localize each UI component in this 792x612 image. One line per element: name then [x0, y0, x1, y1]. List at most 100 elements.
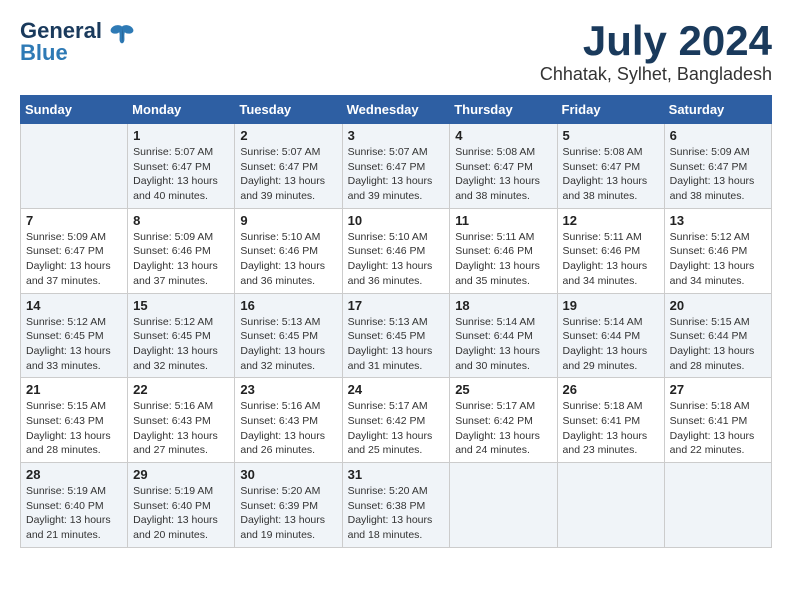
calendar-cell: 18 Sunrise: 5:14 AM Sunset: 6:44 PM Dayli… — [450, 293, 557, 378]
calendar-table: SundayMondayTuesdayWednesdayThursdayFrid… — [20, 95, 772, 548]
header-saturday: Saturday — [664, 96, 771, 124]
week-row-4: 28Sunrise: 5:19 AM Sunset: 6:40 PM Dayli… — [21, 463, 772, 548]
day-number: 20 — [670, 298, 766, 313]
day-info: Sunrise: 5:10 AM Sunset: 6:46 PM Dayligh… — [348, 230, 445, 289]
day-number: 16 — [240, 298, 336, 313]
day-info: Sunrise: 5:11 AM Sunset: 6:46 PM Dayligh… — [563, 230, 659, 289]
day-number: 14 — [26, 298, 122, 313]
day-info: Sunrise: 5:07 AM Sunset: 6:47 PM Dayligh… — [240, 145, 336, 204]
day-number: 15 — [133, 298, 229, 313]
day-number: 26 — [563, 382, 659, 397]
day-number: 27 — [670, 382, 766, 397]
calendar-cell: 29 Sunrise: 5:19 AM Sunset: 6:40 PM Dayli… — [128, 463, 235, 548]
day-number: 12 — [563, 213, 659, 228]
day-number: 10 — [348, 213, 445, 228]
day-info: Sunrise: 5:09 AM Sunset: 6:47 PM Dayligh… — [670, 145, 766, 204]
logo: General Blue — [20, 20, 136, 64]
day-info: Sunrise: 5:20 AM Sunset: 6:38 PM Dayligh… — [348, 484, 445, 543]
day-number: 3 — [348, 128, 445, 143]
calendar-cell: 16 Sunrise: 5:13 AM Sunset: 6:45 PM Dayli… — [235, 293, 342, 378]
calendar-header: SundayMondayTuesdayWednesdayThursdayFrid… — [21, 96, 772, 124]
week-row-3: 21 Sunrise: 5:15 AM Sunset: 6:43 PM Dayli… — [21, 378, 772, 463]
calendar-cell: 2 Sunrise: 5:07 AM Sunset: 6:47 PM Daylig… — [235, 124, 342, 209]
calendar-cell — [450, 463, 557, 548]
day-info: Sunrise: 5:19 AM Sunset: 6:40 PM Dayligh… — [133, 484, 229, 543]
day-info: Sunrise: 5:18 AM Sunset: 6:41 PM Dayligh… — [563, 399, 659, 458]
day-info: Sunrise: 5:16 AM Sunset: 6:43 PM Dayligh… — [133, 399, 229, 458]
day-number: 4 — [455, 128, 551, 143]
header-friday: Friday — [557, 96, 664, 124]
day-number: 24 — [348, 382, 445, 397]
calendar-cell: 5Sunrise: 5:08 AM Sunset: 6:47 PM Daylig… — [557, 124, 664, 209]
day-info: Sunrise: 5:09 AM Sunset: 6:47 PM Dayligh… — [26, 230, 122, 289]
calendar-cell: 6 Sunrise: 5:09 AM Sunset: 6:47 PM Daylig… — [664, 124, 771, 209]
day-info: Sunrise: 5:18 AM Sunset: 6:41 PM Dayligh… — [670, 399, 766, 458]
day-number: 25 — [455, 382, 551, 397]
header-wednesday: Wednesday — [342, 96, 450, 124]
week-row-2: 14 Sunrise: 5:12 AM Sunset: 6:45 PM Dayli… — [21, 293, 772, 378]
day-number: 5 — [563, 128, 659, 143]
day-info: Sunrise: 5:13 AM Sunset: 6:45 PM Dayligh… — [348, 315, 445, 374]
day-number: 22 — [133, 382, 229, 397]
logo-general: General — [20, 20, 102, 42]
location-title: Chhatak, Sylhet, Bangladesh — [540, 64, 772, 85]
day-info: Sunrise: 5:12 AM Sunset: 6:45 PM Dayligh… — [26, 315, 122, 374]
calendar-cell: 4 Sunrise: 5:08 AM Sunset: 6:47 PM Daylig… — [450, 124, 557, 209]
day-info: Sunrise: 5:08 AM Sunset: 6:47 PM Dayligh… — [455, 145, 551, 204]
calendar-cell: 27 Sunrise: 5:18 AM Sunset: 6:41 PM Dayli… — [664, 378, 771, 463]
day-number: 6 — [670, 128, 766, 143]
day-info: Sunrise: 5:16 AM Sunset: 6:43 PM Dayligh… — [240, 399, 336, 458]
title-block: July 2024 Chhatak, Sylhet, Bangladesh — [540, 20, 772, 85]
day-number: 18 — [455, 298, 551, 313]
calendar-cell: 3 Sunrise: 5:07 AM Sunset: 6:47 PM Daylig… — [342, 124, 450, 209]
calendar-cell: 31Sunrise: 5:20 AM Sunset: 6:38 PM Dayli… — [342, 463, 450, 548]
calendar-body: 1 Sunrise: 5:07 AM Sunset: 6:47 PM Daylig… — [21, 124, 772, 548]
day-info: Sunrise: 5:19 AM Sunset: 6:40 PM Dayligh… — [26, 484, 122, 543]
day-info: Sunrise: 5:14 AM Sunset: 6:44 PM Dayligh… — [563, 315, 659, 374]
calendar-cell: 17 Sunrise: 5:13 AM Sunset: 6:45 PM Dayli… — [342, 293, 450, 378]
calendar-cell: 7 Sunrise: 5:09 AM Sunset: 6:47 PM Daylig… — [21, 208, 128, 293]
header-tuesday: Tuesday — [235, 96, 342, 124]
day-info: Sunrise: 5:07 AM Sunset: 6:47 PM Dayligh… — [348, 145, 445, 204]
day-info: Sunrise: 5:09 AM Sunset: 6:46 PM Dayligh… — [133, 230, 229, 289]
day-number: 1 — [133, 128, 229, 143]
day-info: Sunrise: 5:20 AM Sunset: 6:39 PM Dayligh… — [240, 484, 336, 543]
header-sunday: Sunday — [21, 96, 128, 124]
calendar-cell: 22 Sunrise: 5:16 AM Sunset: 6:43 PM Dayli… — [128, 378, 235, 463]
day-number: 29 — [133, 467, 229, 482]
day-number: 30 — [240, 467, 336, 482]
day-number: 17 — [348, 298, 445, 313]
day-number: 8 — [133, 213, 229, 228]
day-number: 11 — [455, 213, 551, 228]
page-header: General Blue July 2024 Chhatak, Sylhet, … — [20, 20, 772, 85]
day-info: Sunrise: 5:12 AM Sunset: 6:45 PM Dayligh… — [133, 315, 229, 374]
day-info: Sunrise: 5:14 AM Sunset: 6:44 PM Dayligh… — [455, 315, 551, 374]
calendar-cell: 1Sunrise: 5:07 AM Sunset: 6:47 PM Daylig… — [128, 124, 235, 209]
week-row-0: 1 Sunrise: 5:07 AM Sunset: 6:47 PM Daylig… — [21, 124, 772, 209]
calendar-cell — [21, 124, 128, 209]
calendar-cell: 11Sunrise: 5:11 AM Sunset: 6:46 PM Dayli… — [450, 208, 557, 293]
calendar-cell: 20 Sunrise: 5:15 AM Sunset: 6:44 PM Dayli… — [664, 293, 771, 378]
month-title: July 2024 — [540, 20, 772, 62]
calendar-cell: 25Sunrise: 5:17 AM Sunset: 6:42 PM Dayli… — [450, 378, 557, 463]
calendar-cell: 14 Sunrise: 5:12 AM Sunset: 6:45 PM Dayli… — [21, 293, 128, 378]
week-row-1: 7 Sunrise: 5:09 AM Sunset: 6:47 PM Daylig… — [21, 208, 772, 293]
day-number: 21 — [26, 382, 122, 397]
day-number: 2 — [240, 128, 336, 143]
day-info: Sunrise: 5:13 AM Sunset: 6:45 PM Dayligh… — [240, 315, 336, 374]
calendar-cell: 13Sunrise: 5:12 AM Sunset: 6:46 PM Dayli… — [664, 208, 771, 293]
day-number: 7 — [26, 213, 122, 228]
day-number: 9 — [240, 213, 336, 228]
calendar-cell: 19Sunrise: 5:14 AM Sunset: 6:44 PM Dayli… — [557, 293, 664, 378]
calendar-cell: 9Sunrise: 5:10 AM Sunset: 6:46 PM Daylig… — [235, 208, 342, 293]
calendar-cell — [664, 463, 771, 548]
calendar-cell: 8 Sunrise: 5:09 AM Sunset: 6:46 PM Daylig… — [128, 208, 235, 293]
calendar-cell: 23Sunrise: 5:16 AM Sunset: 6:43 PM Dayli… — [235, 378, 342, 463]
calendar-cell: 15 Sunrise: 5:12 AM Sunset: 6:45 PM Dayli… — [128, 293, 235, 378]
logo-bird-icon — [108, 21, 136, 54]
calendar-cell: 24Sunrise: 5:17 AM Sunset: 6:42 PM Dayli… — [342, 378, 450, 463]
day-info: Sunrise: 5:12 AM Sunset: 6:46 PM Dayligh… — [670, 230, 766, 289]
day-info: Sunrise: 5:15 AM Sunset: 6:43 PM Dayligh… — [26, 399, 122, 458]
header-monday: Monday — [128, 96, 235, 124]
day-info: Sunrise: 5:15 AM Sunset: 6:44 PM Dayligh… — [670, 315, 766, 374]
